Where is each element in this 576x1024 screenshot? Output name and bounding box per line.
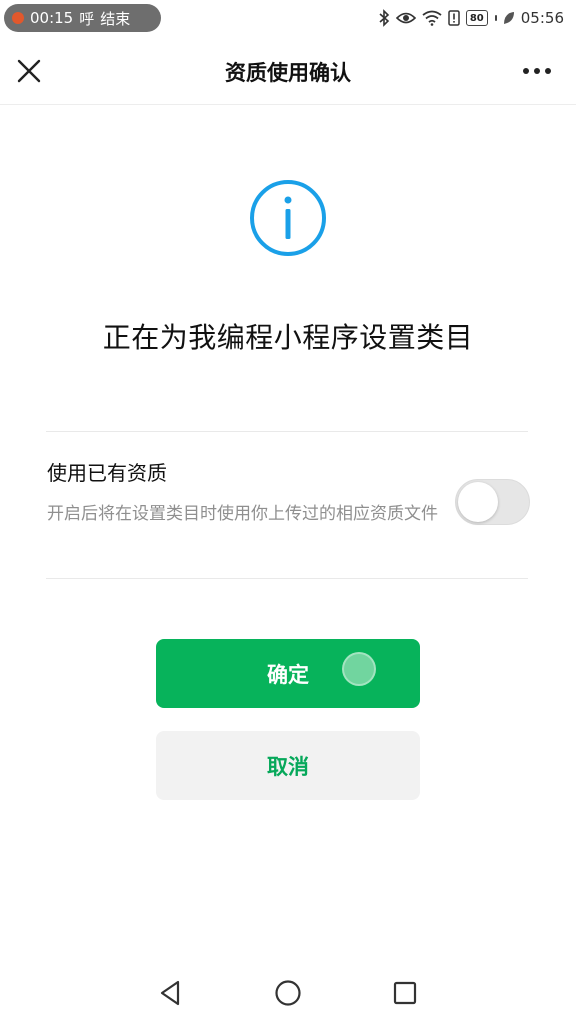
divider-bottom [46, 578, 528, 579]
confirm-button[interactable]: 确定 [156, 639, 420, 708]
wifi-icon [422, 10, 442, 26]
battery-tip [494, 15, 497, 21]
clock: 05:56 [520, 9, 564, 27]
bluetooth-icon [379, 9, 390, 27]
option-description: 开启后将在设置类目时使用你上传过的相应资质文件 [47, 504, 438, 524]
divider-top [46, 431, 528, 432]
toggle-knob [458, 482, 498, 522]
recents-icon[interactable] [390, 978, 420, 1008]
page-title: 资质使用确认 [225, 61, 351, 85]
nav-bar: 资质使用确认 [0, 38, 576, 105]
call-timer: 00:15 [30, 9, 74, 27]
cancel-button[interactable]: 取消 [156, 731, 420, 800]
back-icon[interactable] [156, 978, 186, 1008]
battery-level: 80 [469, 12, 484, 24]
eye-icon [395, 12, 416, 24]
system-nav-bar [0, 960, 576, 1024]
option-title: 使用已有资质 [47, 461, 167, 485]
battery-icon: 80 [465, 10, 488, 26]
status-icons: 80 05:56 [378, 6, 564, 30]
call-indicator-icon [12, 12, 24, 24]
headline: 正在为我编程小程序设置类目 [102, 321, 474, 354]
info-icon [250, 180, 326, 256]
home-icon[interactable] [273, 978, 303, 1008]
call-end-label: 结束 [100, 9, 131, 28]
leaf-icon [503, 12, 514, 24]
call-label: 呼 [79, 9, 95, 28]
touch-indicator [342, 652, 376, 686]
use-existing-qualification-toggle[interactable] [455, 479, 530, 525]
more-icon[interactable] [522, 60, 552, 82]
call-indicator-pill[interactable]: 00:15 呼 结束 [4, 4, 161, 32]
alert-icon [448, 10, 460, 26]
status-bar: 00:15 呼 结束 80 05:56 [0, 0, 576, 36]
